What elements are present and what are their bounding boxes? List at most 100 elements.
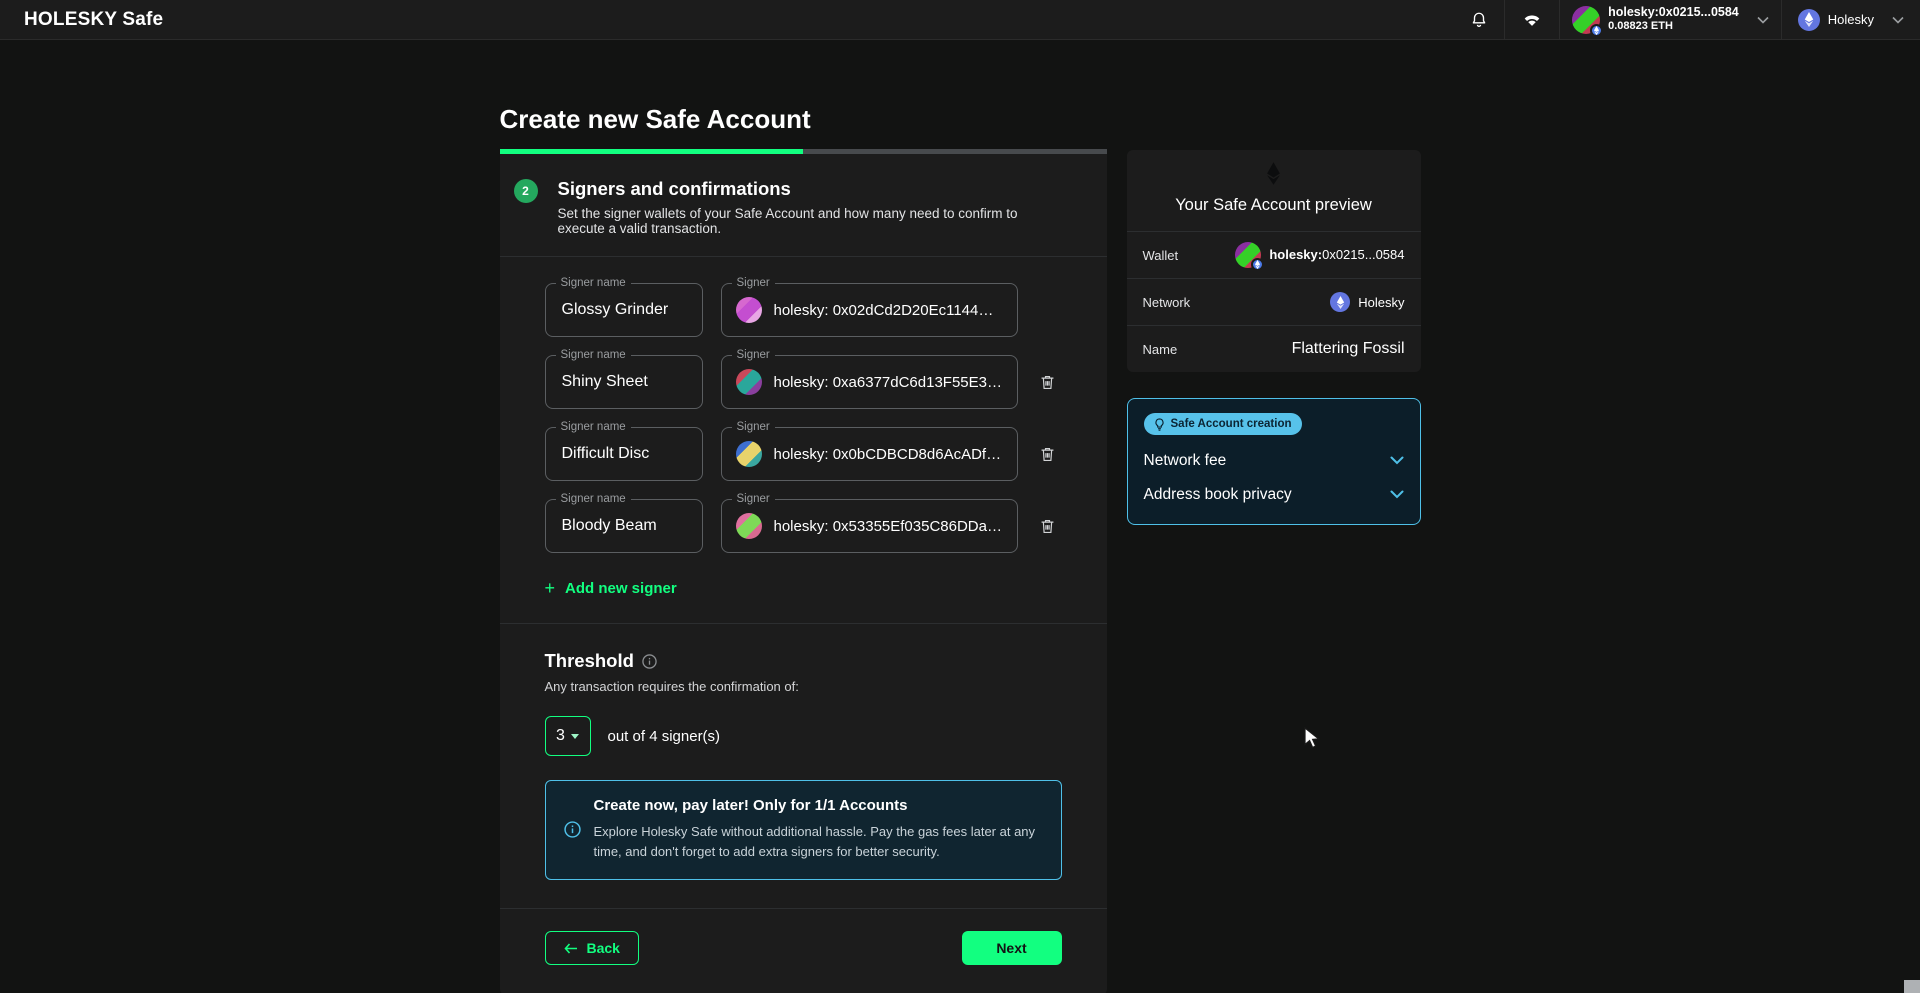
network-selector[interactable]: Holesky [1781,0,1920,40]
info-icon[interactable] [642,654,657,669]
signer-avatar [736,441,762,467]
signers-section: Signer name Glossy Grinder Signer holesk… [500,256,1107,623]
tips-card: Safe Account creation Network fee Addres… [1127,398,1421,525]
preview-network-value: Holesky [1358,295,1404,310]
notice-body: Explore Holesky Safe without additional … [594,822,1041,861]
threshold-section: Threshold Any transaction requires the c… [500,623,1107,908]
tips-badge-label: Safe Account creation [1171,418,1292,430]
threshold-selected-value: 3 [556,727,565,745]
signer-avatar [736,513,762,539]
preview-name-value: Flattering Fossil [1292,340,1405,358]
bell-icon [1470,11,1488,29]
wallet-avatar-badge [1251,258,1264,271]
page-title: Create new Safe Account [500,104,1107,135]
preview-network-label: Network [1143,295,1191,310]
signer-row: Signer name Glossy Grinder Signer holesk… [545,283,1062,337]
trash-icon [1038,517,1057,536]
step-heading: Signers and confirmations [558,178,1062,200]
signer-name-value: Bloody Beam [562,517,657,535]
signer-name-input[interactable]: Signer name Difficult Disc [545,427,703,481]
threshold-select[interactable]: 3 [545,716,591,756]
signer-address-label: Signer [732,277,775,290]
walletconnect-button[interactable] [1504,0,1559,40]
tips-item-label: Network fee [1144,452,1227,470]
ethereum-diamond-icon [1266,162,1281,185]
signer-address-label: Signer [732,349,775,362]
preview-wallet-label: Wallet [1143,248,1179,263]
trash-icon [1038,373,1057,392]
tips-item-address-book-privacy[interactable]: Address book privacy [1144,486,1404,504]
threshold-heading: Threshold [545,650,634,672]
signer-name-label: Signer name [556,277,631,290]
preview-name-label: Name [1143,342,1178,357]
signer-name-input[interactable]: Signer name Glossy Grinder [545,283,703,337]
signer-name-label: Signer name [556,421,631,434]
next-button[interactable]: Next [962,931,1062,965]
preview-wallet-prefix: holesky: [1269,247,1322,262]
add-new-signer-button[interactable]: + Add new signer [545,579,677,597]
signer-address-input[interactable]: Signer holesky: 0x02dCd2D20Ec1144D59D3..… [721,283,1018,337]
signer-address-input[interactable]: Signer holesky: 0x0bCDBCD8d6AcADf9B9b... [721,427,1018,481]
signer-name-label: Signer name [556,493,631,506]
safe-account-preview-card: Your Safe Account preview Wallet holesky… [1127,150,1421,372]
signer-address-input[interactable]: Signer holesky: 0x53355Ef035C86DDaCCff..… [721,499,1018,553]
signer-name-value: Shiny Sheet [562,373,648,391]
pay-later-notice: Create now, pay later! Only for 1/1 Acco… [545,780,1062,880]
signer-name-input[interactable]: Signer name Bloody Beam [545,499,703,553]
signer-name-value: Glossy Grinder [562,301,669,319]
tips-item-label: Address book privacy [1144,486,1292,504]
chevron-down-icon [1892,16,1904,24]
signer-name-input[interactable]: Signer name Shiny Sheet [545,355,703,409]
threshold-suffix: out of 4 signer(s) [608,728,721,745]
step-header: 2 Signers and confirmations Set the sign… [500,154,1107,256]
scrollbar-corner [1904,980,1920,993]
ethereum-network-icon [1330,292,1350,312]
back-button[interactable]: Back [545,931,639,965]
remove-signer-button[interactable] [1036,443,1059,466]
signer-avatar [736,297,762,323]
account-balance: 0.08823 ETH [1608,20,1739,34]
walletconnect-icon [1521,12,1543,27]
trash-icon [1038,445,1057,464]
signer-address-label: Signer [732,493,775,506]
step-number-badge: 2 [514,179,538,203]
arrow-left-icon [564,943,578,954]
tips-badge[interactable]: Safe Account creation [1144,413,1302,435]
wallet-avatar-badge [1590,24,1603,37]
preview-heading: Your Safe Account preview [1143,196,1405,215]
signer-name-value: Difficult Disc [562,445,650,463]
chevron-down-icon [1390,456,1404,465]
signer-row: Signer name Bloody Beam Signer holesky: … [545,499,1062,553]
ethereum-network-icon [1798,9,1820,31]
lightbulb-icon [1154,418,1165,431]
notifications-button[interactable] [1454,0,1504,40]
remove-signer-button[interactable] [1036,371,1059,394]
plus-icon: + [545,579,556,597]
wallet-avatar [1572,6,1600,34]
signer-address-value: holesky: 0xa6377dC6d13F55E3D4DB... [774,374,1003,391]
app-logo: HOLESKY Safe [24,9,163,31]
signer-address-value: holesky: 0x53355Ef035C86DDaCCff... [774,518,1003,535]
wizard-actions: Back Next [500,908,1107,993]
network-name: Holesky [1828,12,1874,27]
preview-name-row: Name Flattering Fossil [1127,325,1421,372]
signer-address-label: Signer [732,421,775,434]
signer-address-value: holesky: 0x02dCd2D20Ec1144D59D3... [774,302,1003,319]
chevron-down-icon [1757,16,1769,24]
chevron-down-icon [1390,490,1404,499]
tips-item-network-fee[interactable]: Network fee [1144,452,1404,470]
preview-network-row: Network Holesky [1127,278,1421,325]
signer-address-input[interactable]: Signer holesky: 0xa6377dC6d13F55E3D4DB..… [721,355,1018,409]
signer-name-label: Signer name [556,349,631,362]
account-address: holesky:0x0215...0584 [1608,5,1739,21]
create-safe-card: 2 Signers and confirmations Set the sign… [500,149,1107,993]
caret-down-icon [571,734,579,739]
preview-wallet-address: 0x0215...0584 [1322,247,1404,262]
step-subheading: Set the signer wallets of your Safe Acco… [558,206,1062,236]
signer-row: Signer name Difficult Disc Signer holesk… [545,427,1062,481]
remove-signer-button[interactable] [1036,515,1059,538]
account-menu[interactable]: holesky:0x0215...0584 0.08823 ETH [1559,0,1781,40]
signer-row: Signer name Shiny Sheet Signer holesky: … [545,355,1062,409]
threshold-description: Any transaction requires the confirmatio… [545,679,1062,694]
add-new-signer-label: Add new signer [565,580,677,597]
